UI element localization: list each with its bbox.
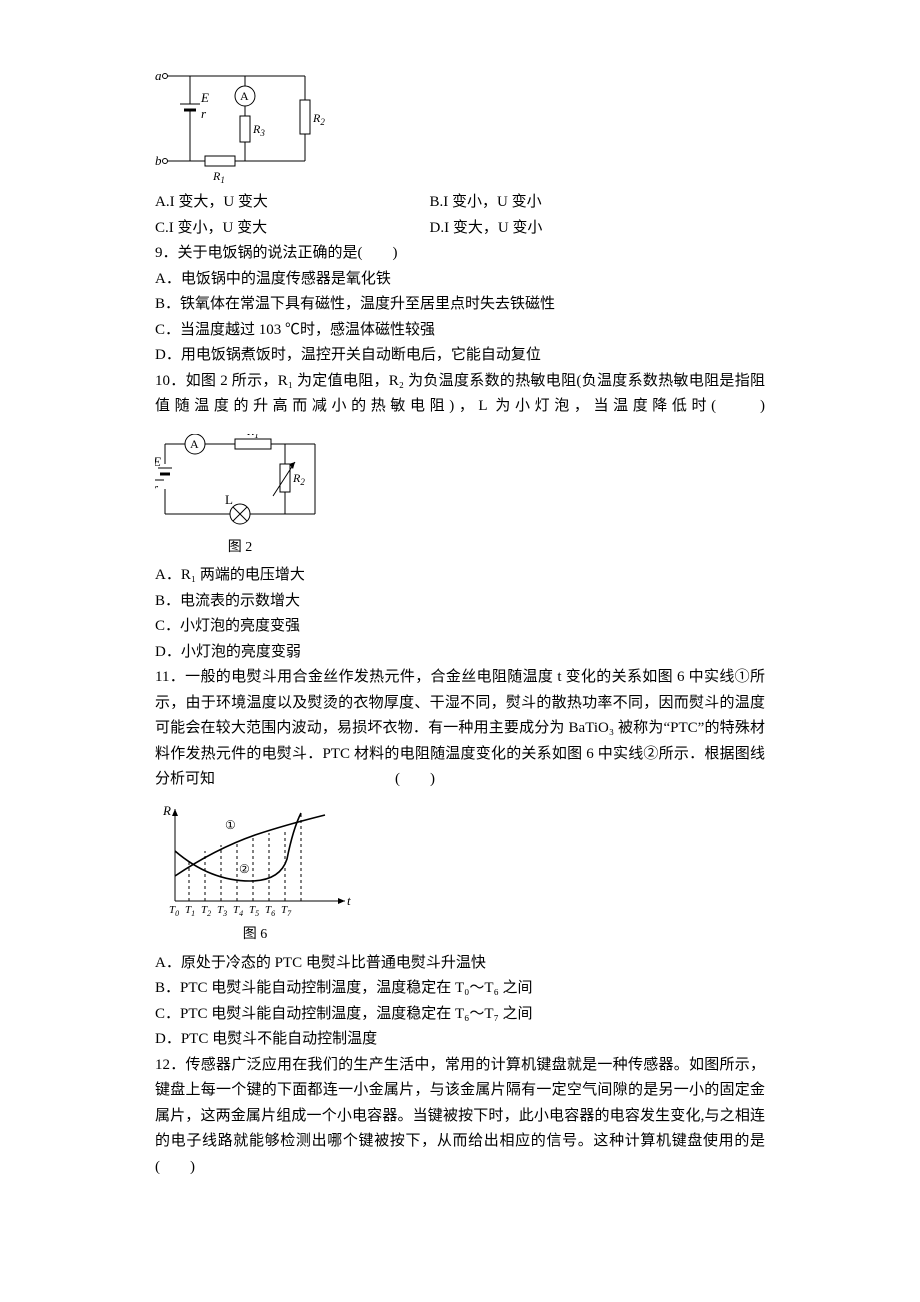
svg-text:R2: R2 [312,111,325,127]
svg-text:T1: T1 [185,904,195,918]
svg-text:T3: T3 [217,904,227,918]
q8-circuit-figure: a b E r A R3 R2 [155,66,765,186]
svg-text:R2: R2 [292,471,305,487]
q9-stem: 9．关于电饭锅的说法正确的是( ) [155,241,765,267]
q11-option-c: C．PTC 电熨斗能自动控制温度，温度稳定在 T₆～T₇ 之间 [155,1002,765,1028]
q10-option-c: C．小灯泡的亮度变强 [155,614,765,640]
q12-stem: 12．传感器广泛应用在我们的生产生活中，常用的计算机键盘就是一种传感器。如图所示… [155,1053,765,1181]
svg-text:a: a [155,68,162,83]
svg-text:T0: T0 [169,904,179,918]
q11-stem: 11．一般的电熨斗用合金丝作发热元件，合金丝电阻随温度 t 变化的关系如图 6 … [155,665,765,793]
svg-text:①: ① [225,818,236,832]
q10-option-b: B．电流表的示数增大 [155,589,765,615]
svg-text:t: t [347,893,351,908]
svg-text:R3: R3 [252,122,265,138]
q10-option-a: A．R₁ 两端的电压增大 [155,563,765,589]
svg-text:R1: R1 [212,169,225,185]
q11-option-a: A．原处于冷态的 PTC 电熨斗比普通电熨斗升温快 [155,951,765,977]
svg-text:r: r [201,106,207,121]
q8-option-b: B.I 变小，U 变小 [430,190,705,216]
svg-text:A: A [190,437,199,451]
q9-option-d: D．用电饭锅煮饭时，温控开关自动断电后，它能自动复位 [155,343,765,369]
svg-text:②: ② [239,862,250,876]
q10-option-d: D．小灯泡的亮度变弱 [155,640,765,666]
svg-text:L: L [225,492,233,507]
q11-graph-figure: R t ① ② T0 T1 T2 [155,801,765,947]
svg-text:T4: T4 [233,904,243,918]
svg-text:E: E [155,454,161,469]
q11-figure-caption: 图 6 [155,923,355,947]
svg-text:T5: T5 [249,904,259,918]
svg-text:T2: T2 [201,904,211,918]
svg-text:R: R [162,803,171,818]
svg-text:T7: T7 [281,904,292,918]
q10-circuit-figure: E r A R1 L R2 图 2 [155,434,765,560]
svg-text:E: E [200,90,209,105]
svg-text:r: r [155,480,159,495]
q11-option-b: B．PTC 电熨斗能自动控制温度，温度稳定在 T₀～T₆ 之间 [155,976,765,1002]
q8-option-c: C.I 变小，U 变大 [155,216,430,242]
q10-figure-caption: 图 2 [155,536,325,560]
q11-option-d: D．PTC 电熨斗不能自动控制温度 [155,1027,765,1053]
svg-text:T6: T6 [265,904,275,918]
q9-option-a: A．电饭锅中的温度传感器是氧化铁 [155,267,765,293]
q9-option-c: C．当温度越过 103 ℃时，感温体磁性较强 [155,318,765,344]
svg-text:A: A [240,89,249,103]
q9-option-b: B．铁氧体在常温下具有磁性，温度升至居里点时失去铁磁性 [155,292,765,318]
q10-stem: 10．如图 2 所示，R₁ 为定值电阻，R₂ 为负温度系数的热敏电阻(负温度系数… [155,369,765,420]
svg-text:b: b [155,153,162,168]
q8-option-a: A.I 变大，U 变大 [155,190,430,216]
q8-option-d: D.I 变大，U 变小 [430,216,705,242]
